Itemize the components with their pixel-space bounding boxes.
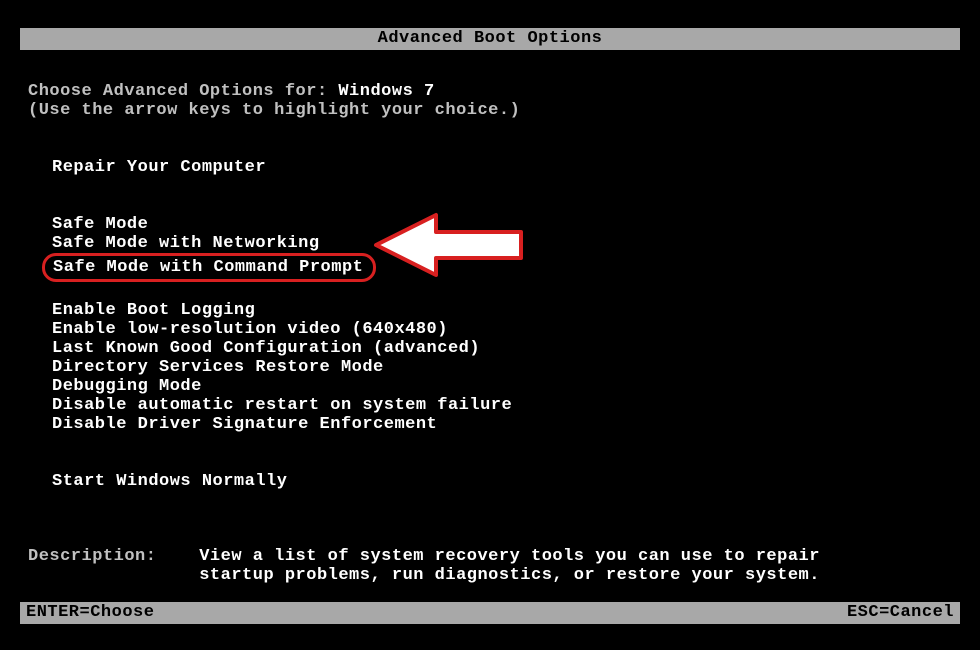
option-disable-driver-sig[interactable]: Disable Driver Signature Enforcement (52, 415, 437, 434)
choose-line: Choose Advanced Options for: Windows 7 (28, 82, 952, 101)
option-safe-mode-networking[interactable]: Safe Mode with Networking (52, 234, 320, 253)
option-repair[interactable]: Repair Your Computer (52, 158, 266, 177)
footer-bar: ENTER=Choose ESC=Cancel (20, 602, 960, 624)
description-block: Description: View a list of system recov… (28, 547, 952, 585)
option-start-normally[interactable]: Start Windows Normally (52, 472, 287, 491)
option-disable-auto-restart[interactable]: Disable automatic restart on system fail… (52, 396, 512, 415)
choose-prefix: Choose Advanced Options for: (28, 82, 338, 101)
footer-enter: ENTER=Choose (20, 602, 154, 624)
description-text: View a list of system recovery tools you… (199, 547, 820, 585)
option-dsrm[interactable]: Directory Services Restore Mode (52, 358, 384, 377)
arrow-annotation-icon (366, 210, 536, 286)
hint-line: (Use the arrow keys to highlight your ch… (28, 101, 952, 120)
option-low-res[interactable]: Enable low-resolution video (640x480) (52, 320, 448, 339)
option-boot-logging[interactable]: Enable Boot Logging (52, 301, 255, 320)
footer-esc: ESC=Cancel (847, 602, 960, 624)
option-last-known-good[interactable]: Last Known Good Configuration (advanced) (52, 339, 480, 358)
option-debugging[interactable]: Debugging Mode (52, 377, 202, 396)
content-area: Choose Advanced Options for: Windows 7 (… (28, 82, 952, 585)
os-name: Windows 7 (338, 82, 434, 101)
title-bar: Advanced Boot Options (20, 28, 960, 50)
option-safe-mode[interactable]: Safe Mode (52, 215, 148, 234)
description-label: Description: (28, 547, 199, 585)
option-safe-mode-cmd-highlighted[interactable]: Safe Mode with Command Prompt (42, 253, 376, 282)
